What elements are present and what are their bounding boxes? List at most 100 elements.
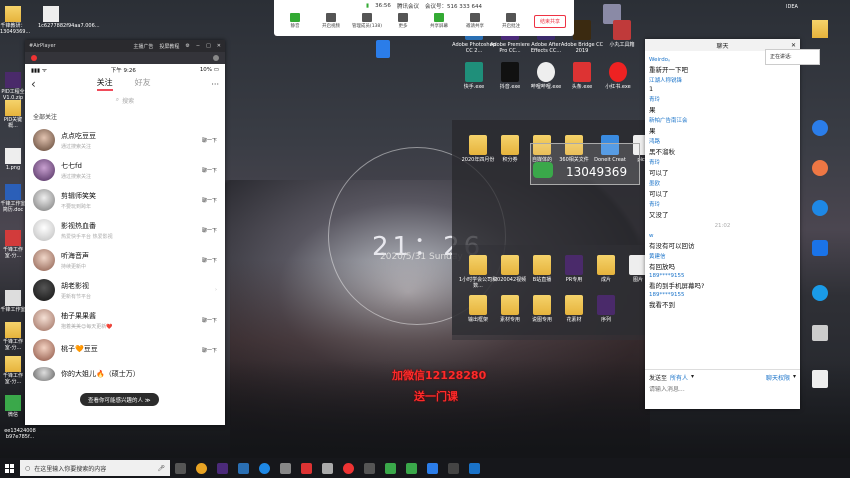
chevron-right-icon[interactable]: › bbox=[215, 287, 217, 293]
chat-button[interactable]: 聊一下 bbox=[202, 317, 217, 324]
chat-button[interactable]: 聊一下 bbox=[202, 257, 217, 264]
annotate-button[interactable]: 开启批注 bbox=[494, 11, 528, 29]
gear-icon[interactable] bbox=[213, 55, 219, 61]
list-item[interactable]: 胡老影视 更新有节平台 › bbox=[25, 275, 225, 305]
microphone-icon[interactable]: 🎤︎ bbox=[157, 465, 165, 472]
file-icon[interactable] bbox=[812, 370, 828, 388]
app-icon[interactable] bbox=[812, 120, 828, 136]
app-icon[interactable] bbox=[259, 462, 270, 474]
teamviewer-icon[interactable] bbox=[812, 285, 828, 301]
folder-item[interactable]: 序列 bbox=[584, 295, 628, 323]
player-link[interactable]: 主播广告 bbox=[133, 43, 153, 50]
app-icon[interactable] bbox=[280, 462, 291, 474]
image-icon bbox=[5, 148, 21, 164]
chevron-down-icon[interactable]: ▾ bbox=[691, 373, 694, 382]
app-icon[interactable] bbox=[812, 160, 828, 176]
desktop-icon[interactable]: 千锋工作室-分... bbox=[0, 356, 26, 385]
task-view-icon[interactable] bbox=[175, 462, 186, 474]
chat-button[interactable]: 聊一下 bbox=[202, 197, 217, 204]
suggestion-toast[interactable]: 查看你可能感兴趣的人 ≫ bbox=[80, 393, 159, 406]
search-bar[interactable]: ⌕ 搜索 bbox=[61, 94, 189, 106]
app-icon[interactable] bbox=[448, 462, 459, 474]
members-icon bbox=[362, 13, 372, 22]
start-button[interactable] bbox=[0, 458, 18, 478]
netease-music-icon[interactable] bbox=[343, 462, 354, 474]
avatar bbox=[33, 189, 55, 211]
player-link[interactable]: 投屏教程 bbox=[159, 43, 179, 50]
list-item[interactable]: 点点吃豆豆 通过搜索关注 聊一下 bbox=[25, 125, 225, 155]
chat-input[interactable] bbox=[649, 386, 796, 393]
folder-icon bbox=[469, 135, 487, 155]
invite-share-button[interactable]: 邀请共享 bbox=[458, 11, 492, 29]
chevron-down-icon[interactable]: ▾ bbox=[793, 373, 796, 382]
chrome-icon[interactable] bbox=[812, 200, 828, 216]
more-button[interactable]: 更多 bbox=[386, 11, 420, 29]
wechat-work-icon[interactable] bbox=[406, 462, 417, 474]
maximize-icon[interactable]: □ bbox=[206, 43, 211, 49]
desktop-icon[interactable]: PID关键概... bbox=[0, 100, 26, 129]
list-item[interactable]: 剪辑师笑笑 不要玩到跨年 聊一下 bbox=[25, 185, 225, 215]
tab-following[interactable]: 关注 bbox=[96, 77, 113, 91]
chat-button[interactable]: 聊一下 bbox=[202, 167, 217, 174]
desktop-icon[interactable]: 1.png bbox=[0, 148, 26, 171]
settings-icon[interactable]: ⚙ bbox=[185, 43, 189, 49]
desktop-icon[interactable]: 千锋工作室-分... bbox=[0, 322, 26, 351]
toutiao-icon bbox=[573, 62, 591, 82]
app-icon[interactable] bbox=[469, 462, 480, 474]
chat-message: 青玲果 bbox=[649, 95, 796, 114]
premiere-icon[interactable] bbox=[217, 462, 228, 474]
record-icon[interactable] bbox=[31, 55, 37, 61]
desktop-icon[interactable]: PID工程全V1.0.zip bbox=[0, 72, 26, 101]
mute-button[interactable]: 静音 bbox=[278, 11, 312, 29]
desktop-icon[interactable]: 小红书.exe bbox=[596, 62, 640, 90]
list-item[interactable]: 七七fd 通过搜索关注 聊一下 bbox=[25, 155, 225, 185]
desktop-icon[interactable]: 千锋教研：13049369... bbox=[0, 6, 30, 35]
app-icon[interactable] bbox=[301, 462, 312, 474]
chat-message: 189****9155 看的到手机屏幕吗? bbox=[649, 273, 796, 290]
list-item[interactable]: 柚子果果酱 抱着美美😊每天更新❤️ 聊一下 bbox=[25, 305, 225, 335]
recycle-bin-icon[interactable] bbox=[812, 325, 828, 341]
photoshop-icon[interactable] bbox=[238, 462, 249, 474]
desktop-icon[interactable]: 小丸工具箱 bbox=[600, 20, 644, 48]
members-button[interactable]: 管理成员(138) bbox=[350, 11, 384, 29]
desktop-icon[interactable]: 1c6277882f94aa7.006... bbox=[38, 6, 100, 29]
message-text: 可以了 bbox=[649, 190, 669, 198]
pin-icon[interactable] bbox=[376, 40, 390, 58]
minimize-icon[interactable]: − bbox=[196, 43, 200, 49]
desktop-icon[interactable]: 微信 bbox=[0, 395, 26, 418]
list-item[interactable]: 影视热血番 热爱快手平台 热爱影视 聊一下 bbox=[25, 215, 225, 245]
video-button[interactable]: 开启视频 bbox=[314, 11, 348, 29]
chat-button[interactable]: 聊一下 bbox=[202, 137, 217, 144]
close-icon[interactable]: ✕ bbox=[791, 42, 796, 49]
list-item[interactable]: 你的大姐儿🔥（硕士万） bbox=[25, 365, 225, 383]
chat-message: 青玲 可以了 bbox=[649, 158, 796, 177]
chrome-icon[interactable] bbox=[196, 462, 207, 474]
end-share-button[interactable]: 结束共享 bbox=[534, 15, 567, 28]
taskbar-search-placeholder: 在这里输入你要搜索的内容 bbox=[34, 465, 107, 473]
desktop-icon[interactable]: 千锋工作室-分... bbox=[0, 230, 26, 259]
app-icon[interactable] bbox=[812, 240, 828, 256]
more-button[interactable]: ··· bbox=[211, 80, 219, 89]
desktop-icon[interactable]: 千锋工作室 bbox=[0, 290, 26, 313]
taskbar-search[interactable]: ○ 在这里输入你要搜索的内容 🎤︎ bbox=[20, 460, 170, 476]
chat-button[interactable]: 聊一下 bbox=[202, 347, 217, 354]
tab-friends[interactable]: 好友 bbox=[135, 77, 151, 91]
list-item[interactable]: 桃子🧡豆豆 聊一下 bbox=[25, 335, 225, 365]
close-icon[interactable]: ✕ bbox=[217, 43, 221, 49]
folder-icon[interactable] bbox=[812, 20, 828, 38]
invite-icon bbox=[470, 13, 480, 22]
desktop-icon[interactable]: 千锋工作室简历.doc bbox=[0, 184, 26, 213]
app-icon[interactable] bbox=[364, 462, 375, 474]
app-icon[interactable] bbox=[322, 462, 333, 474]
list-item[interactable]: 听海音声 持续更新中 聊一下 bbox=[25, 245, 225, 275]
wechat-icon[interactable] bbox=[385, 462, 396, 474]
tencent-meeting-icon[interactable] bbox=[427, 462, 438, 474]
chat-permission-button[interactable]: 聊天权限 bbox=[766, 373, 790, 382]
send-to-select[interactable]: 所有人 bbox=[670, 373, 688, 382]
message-text: 有没有可以回访 bbox=[649, 242, 695, 250]
desktop-icon[interactable]: ee13424008 b97e785f... bbox=[0, 428, 40, 440]
signal-icon: ▮ bbox=[366, 2, 370, 9]
share-screen-button[interactable]: 共享屏幕 bbox=[422, 11, 456, 29]
folder-icon bbox=[5, 322, 21, 338]
chat-button[interactable]: 聊一下 bbox=[202, 227, 217, 234]
